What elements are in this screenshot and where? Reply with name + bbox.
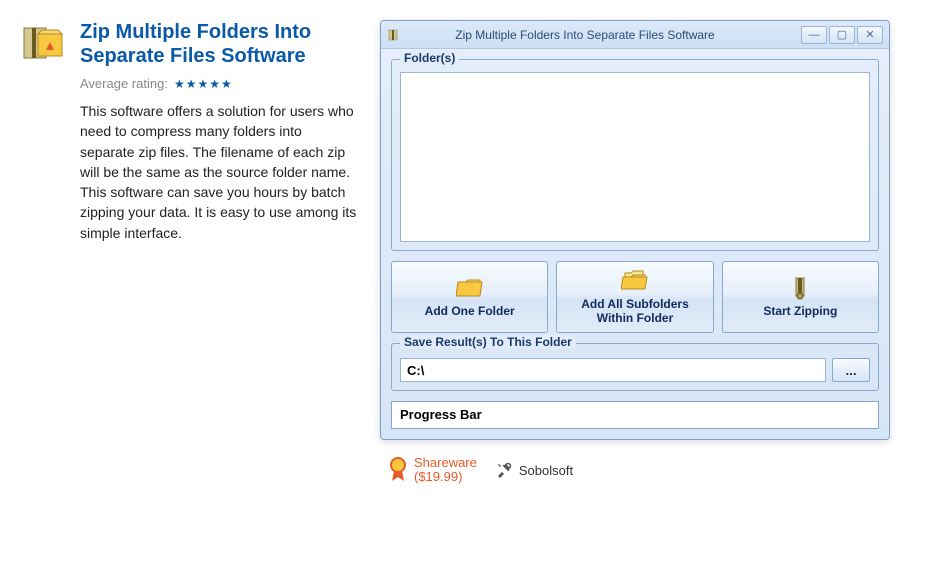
window-body: Folder(s) Add One Folder (381, 49, 889, 439)
product-description: This software offers a solution for user… (80, 101, 360, 243)
product-title: Zip Multiple Folders Into Separate Files… (80, 20, 360, 68)
folder-icon (456, 276, 484, 300)
save-legend: Save Result(s) To This Folder (400, 335, 576, 349)
add-one-folder-button[interactable]: Add One Folder (391, 261, 548, 333)
rating-stars: ★ ★ ★ ★ ★ (174, 77, 232, 91)
star-icon: ★ (197, 77, 208, 91)
product-zip-icon (20, 20, 68, 68)
app-window: Zip Multiple Folders Into Separate Files… (380, 20, 890, 440)
button-label: Add One Folder (425, 304, 515, 318)
star-icon: ★ (186, 77, 197, 91)
vendor-meta: Sobolsoft (495, 461, 573, 479)
license-block: Shareware ($19.99) (414, 456, 477, 485)
start-zipping-button[interactable]: Start Zipping (722, 261, 879, 333)
folders-fieldset: Folder(s) (391, 59, 879, 251)
tools-icon (495, 461, 513, 479)
star-icon: ★ (221, 77, 232, 91)
product-header: Zip Multiple Folders Into Separate Files… (20, 20, 360, 68)
rating-label: Average rating: (80, 76, 168, 91)
progress-box: Progress Bar (391, 401, 879, 429)
product-info-column: Zip Multiple Folders Into Separate Files… (20, 20, 360, 552)
button-label: Add All Subfolders Within Folder (561, 297, 708, 325)
app-icon (387, 27, 403, 43)
window-controls: — ▢ ✕ (801, 26, 883, 44)
add-all-subfolders-button[interactable]: Add All Subfolders Within Folder (556, 261, 713, 333)
window-title: Zip Multiple Folders Into Separate Files… (409, 28, 801, 42)
star-icon: ★ (209, 77, 220, 91)
license-meta: Shareware ($19.99) (388, 456, 477, 485)
folders-stack-icon (621, 269, 649, 293)
license-price: ($19.99) (414, 470, 477, 484)
vendor-name: Sobolsoft (519, 463, 573, 478)
star-icon: ★ (174, 77, 185, 91)
folder-list[interactable] (400, 72, 870, 242)
award-ribbon-icon (388, 457, 408, 483)
minimize-button[interactable]: — (801, 26, 827, 44)
screenshot-column: Zip Multiple Folders Into Separate Files… (380, 20, 920, 552)
maximize-button[interactable]: ▢ (829, 26, 855, 44)
titlebar: Zip Multiple Folders Into Separate Files… (381, 21, 889, 49)
rating-row: Average rating: ★ ★ ★ ★ ★ (80, 76, 360, 91)
action-buttons-row: Add One Folder Add All Subfolders Within… (391, 261, 879, 333)
license-type: Shareware (414, 456, 477, 470)
browse-button[interactable]: ... (832, 358, 870, 382)
save-path-row: ... (400, 358, 870, 382)
zipper-icon (786, 276, 814, 300)
save-fieldset: Save Result(s) To This Folder ... (391, 343, 879, 391)
progress-label: Progress Bar (400, 407, 482, 422)
close-button[interactable]: ✕ (857, 26, 883, 44)
folders-legend: Folder(s) (400, 51, 459, 65)
save-path-input[interactable] (400, 358, 826, 382)
product-meta-row: Shareware ($19.99) Sobolsoft (380, 456, 920, 485)
button-label: Start Zipping (763, 304, 837, 318)
